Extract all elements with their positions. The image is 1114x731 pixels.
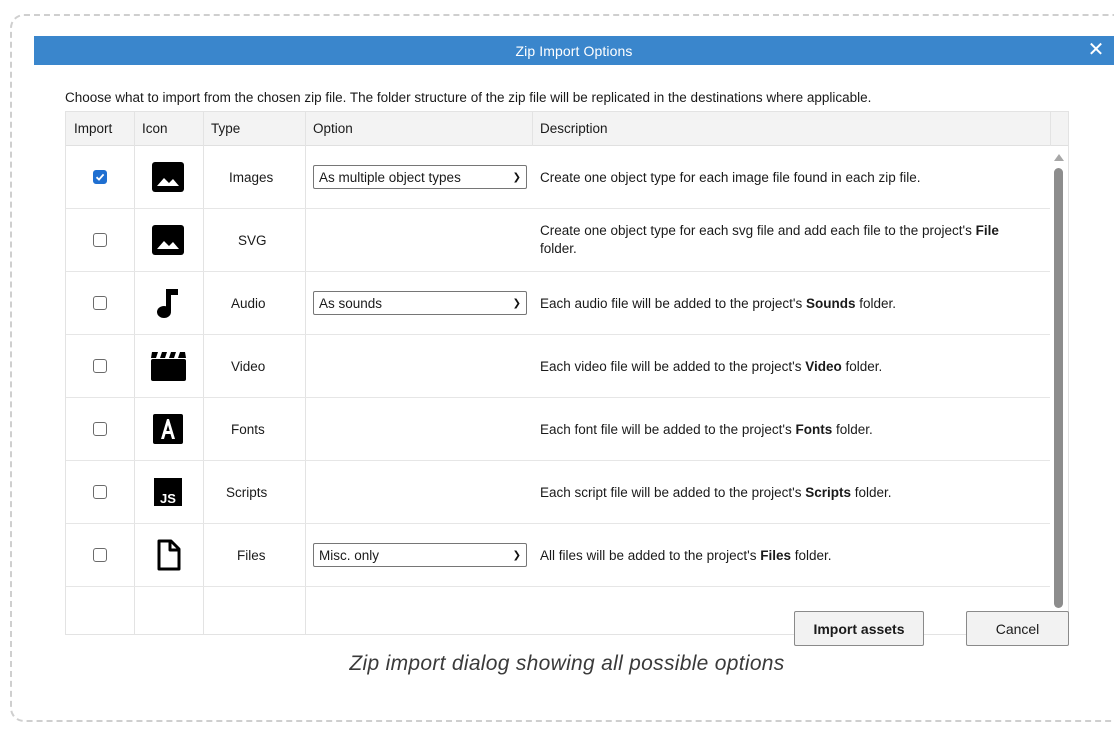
header-import: Import — [74, 121, 113, 136]
import-assets-button[interactable]: Import assets — [794, 611, 924, 646]
option-select-files[interactable]: Misc. only ❯ — [313, 543, 527, 567]
option-value: Misc. only — [319, 547, 380, 563]
scroll-up-icon[interactable] — [1054, 154, 1064, 161]
table-body: Images As multiple object types ❯ Create … — [66, 146, 1050, 634]
table-row-fonts: Fonts Each font file will be added to th… — [66, 398, 1050, 461]
option-value: As sounds — [319, 295, 383, 311]
table-header: Import Icon Type Option Description — [66, 112, 1068, 146]
type-label: Images — [229, 169, 274, 185]
header-icon: Icon — [142, 121, 168, 136]
image-icon — [148, 220, 188, 260]
close-icon[interactable]: ✕ — [1086, 39, 1106, 61]
option-select-audio[interactable]: As sounds ❯ — [313, 291, 527, 315]
table-row-video: Video Each video file will be added to t… — [66, 335, 1050, 398]
table-row-svg: SVG Create one object type for each svg … — [66, 209, 1050, 272]
chevron-down-icon: ❯ — [512, 297, 521, 309]
row-description: Create one object type for each svg file… — [540, 223, 999, 256]
javascript-icon: JS — [148, 472, 188, 512]
music-note-icon — [148, 283, 188, 323]
intro-text: Choose what to import from the chosen zi… — [65, 90, 872, 105]
header-option: Option — [313, 121, 353, 136]
header-description: Description — [540, 121, 608, 136]
type-label: Scripts — [226, 484, 268, 500]
row-description: Create one object type for each image fi… — [540, 169, 921, 185]
file-icon — [148, 535, 188, 575]
import-checkbox-scripts[interactable] — [93, 485, 107, 499]
type-label: Audio — [231, 295, 266, 311]
import-options-table: Import Icon Type Option Description Imag… — [65, 111, 1069, 635]
font-icon — [148, 409, 188, 449]
table-row-files: Files Misc. only ❯ All files will be adde… — [66, 524, 1050, 587]
row-description: All files will be added to the project's… — [540, 547, 832, 563]
row-description: Each script file will be added to the pr… — [540, 484, 892, 500]
table-scrollbar[interactable] — [1050, 146, 1068, 634]
type-label: SVG — [238, 232, 267, 248]
chevron-down-icon: ❯ — [512, 549, 521, 561]
scroll-thumb[interactable] — [1054, 168, 1063, 608]
dialog-title: Zip Import Options — [515, 42, 633, 59]
row-description: Each video file will be added to the pro… — [540, 358, 883, 374]
svg-text:JS: JS — [160, 491, 176, 506]
image-icon — [148, 157, 188, 197]
header-type: Type — [211, 121, 241, 136]
option-select-images[interactable]: As multiple object types ❯ — [313, 165, 527, 189]
clapperboard-icon — [148, 346, 188, 386]
import-checkbox-files[interactable] — [93, 548, 107, 562]
import-checkbox-video[interactable] — [93, 359, 107, 373]
import-checkbox-images[interactable] — [93, 170, 107, 184]
figure-caption: Zip import dialog showing all possible o… — [349, 652, 785, 675]
type-label: Fonts — [231, 421, 265, 437]
import-checkbox-audio[interactable] — [93, 296, 107, 310]
table-row-images: Images As multiple object types ❯ Create … — [66, 146, 1050, 209]
type-label: Files — [237, 547, 266, 563]
type-label: Video — [231, 358, 266, 374]
import-checkbox-svg[interactable] — [93, 233, 107, 247]
import-checkbox-fonts[interactable] — [93, 422, 107, 436]
row-description: Each font file will be added to the proj… — [540, 421, 873, 437]
column-divider — [532, 112, 533, 146]
zip-import-dialog: Zip Import Options ✕ Choose what to impo… — [34, 36, 1114, 656]
table-row-scripts: JS Scripts Each script file will be adde… — [66, 461, 1050, 524]
option-value: As multiple object types — [319, 169, 461, 185]
dialog-titlebar: Zip Import Options ✕ — [34, 36, 1114, 65]
cancel-button[interactable]: Cancel — [966, 611, 1069, 646]
column-divider — [1050, 112, 1051, 146]
table-row-audio: Audio As sounds ❯ Each audio file will be… — [66, 272, 1050, 335]
chevron-down-icon: ❯ — [512, 171, 521, 183]
row-description: Each audio file will be added to the pro… — [540, 295, 897, 311]
